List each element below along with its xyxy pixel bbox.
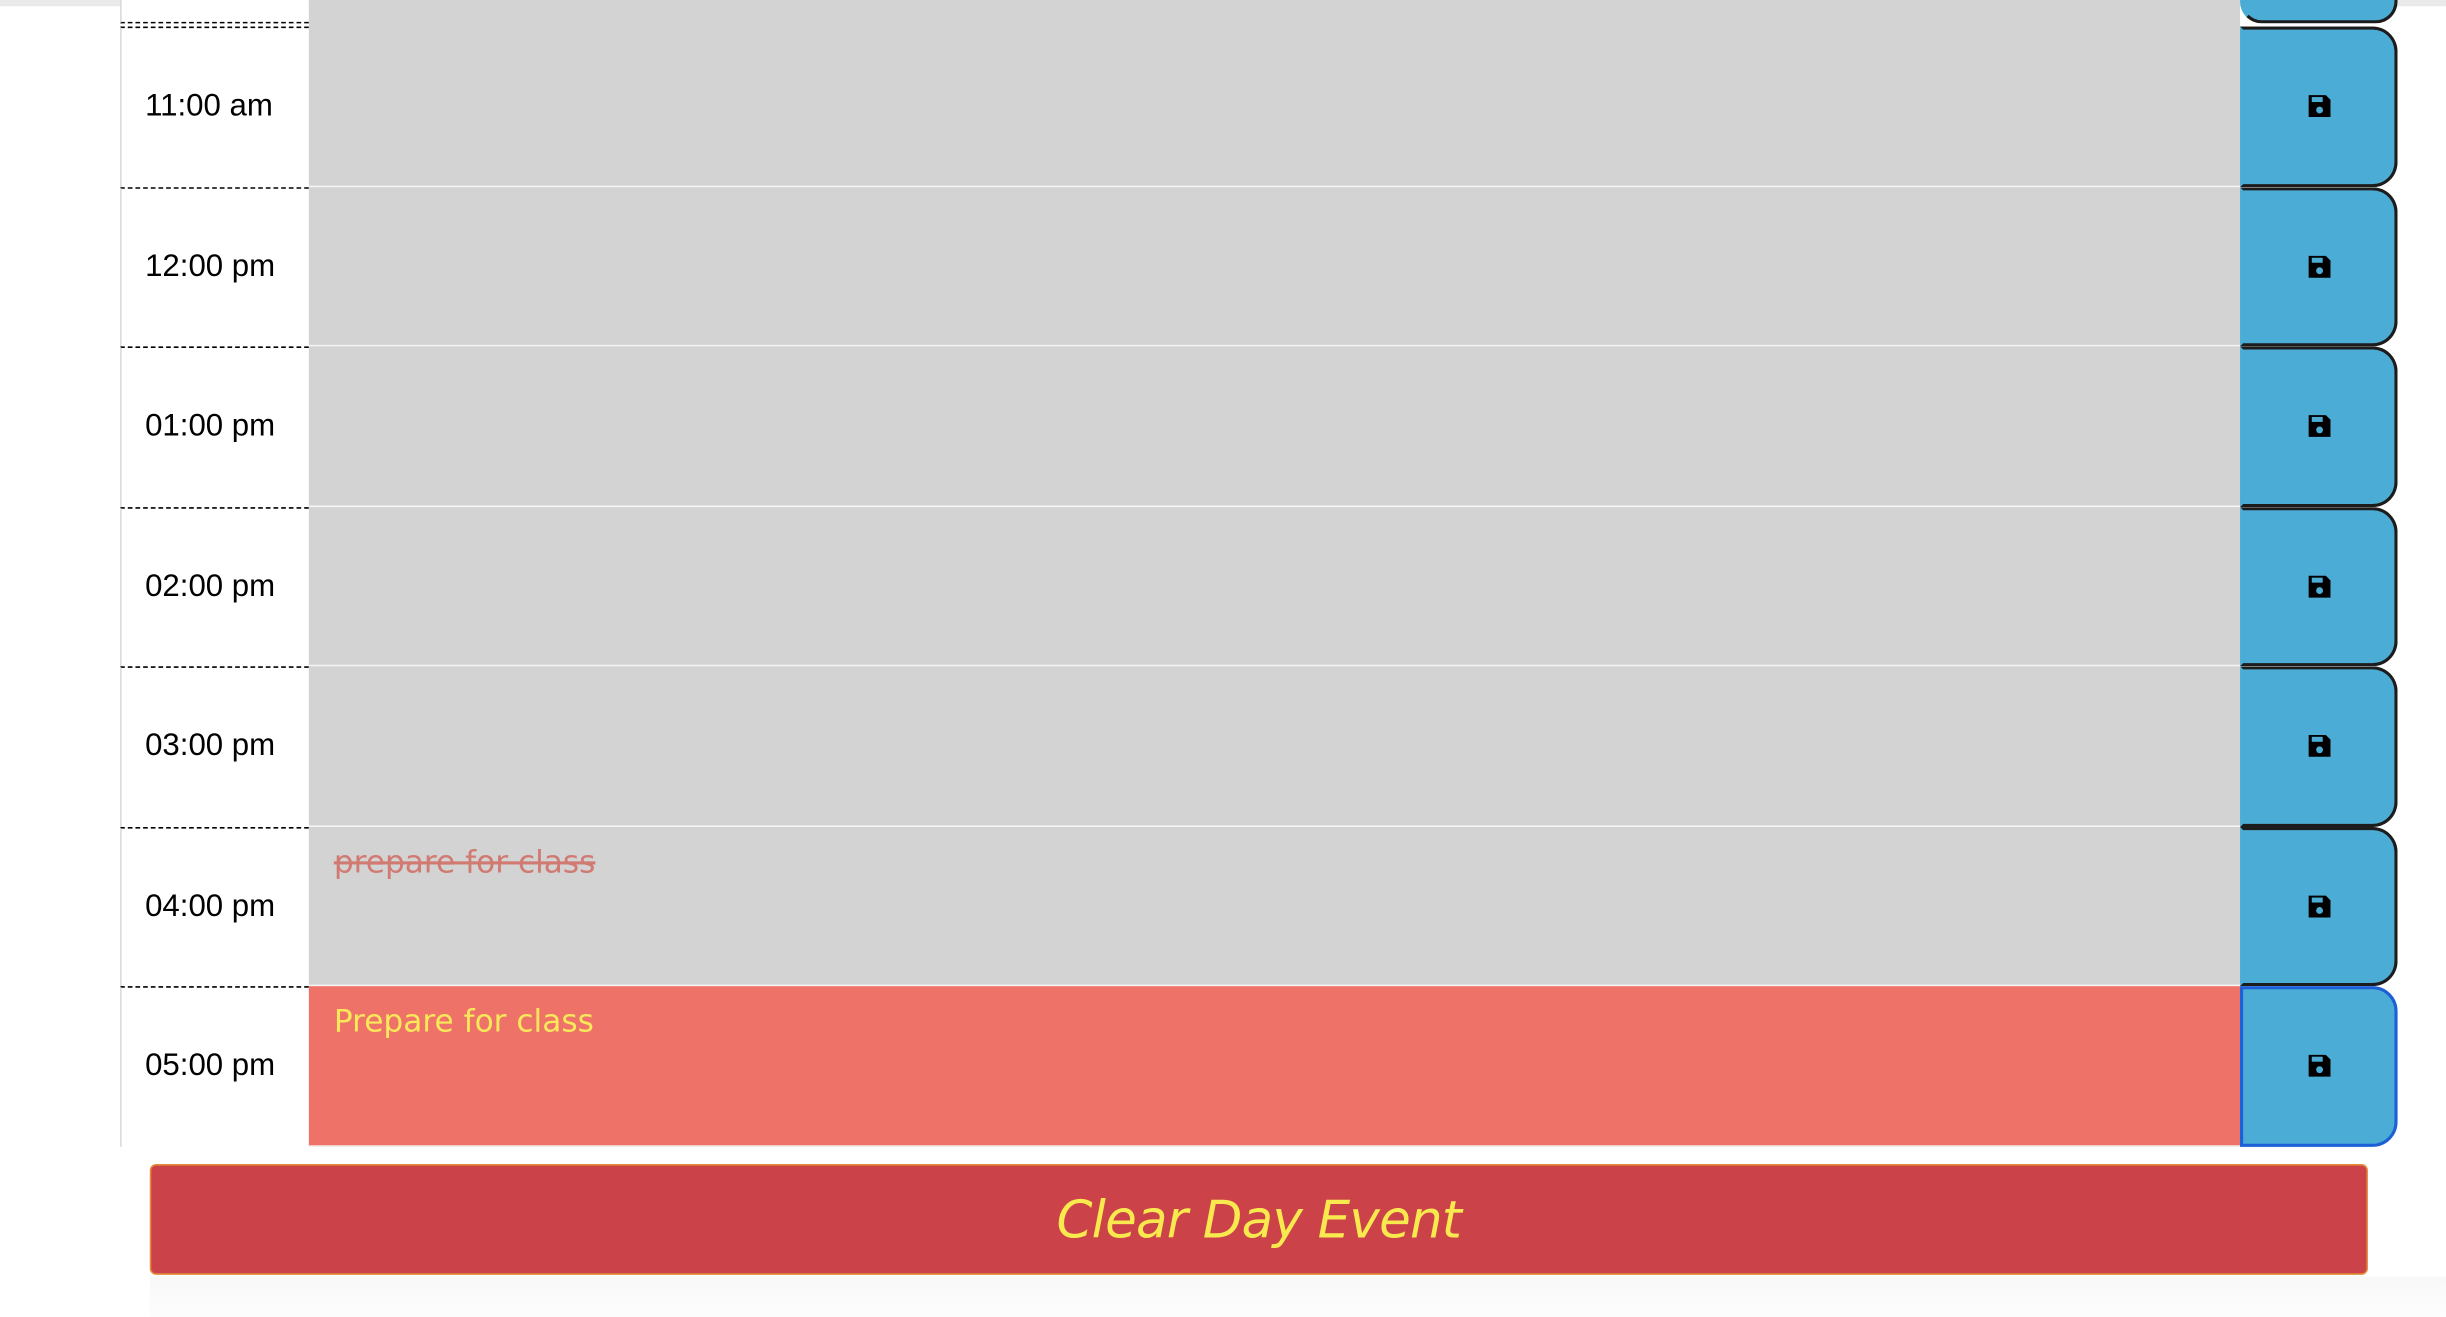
floppy-disk-icon: [2307, 95, 2330, 118]
hour-label: 02:00 pm: [120, 506, 309, 667]
time-block: 04:00 pm prepare for class: [120, 826, 2398, 987]
save-button[interactable]: [2240, 186, 2398, 347]
event-textarea[interactable]: Prepare for class: [308, 986, 2241, 1147]
time-block: 05:00 pm Prepare for class: [120, 986, 2398, 1147]
floppy-disk-icon: [2307, 415, 2330, 438]
floppy-disk-icon: [2307, 255, 2330, 278]
hour-label-partial: [120, 0, 309, 24]
hour-label: 01:00 pm: [120, 346, 309, 507]
event-textarea[interactable]: [308, 186, 2241, 347]
save-button[interactable]: [2240, 346, 2398, 507]
floppy-disk-icon: [2307, 575, 2330, 598]
time-block: 01:00 pm: [120, 346, 2398, 507]
planner-page: 11:00 am 12:00 pm 01:00 pm 02:00 pm 03:0…: [0, 0, 2446, 1317]
hour-label: 11:00 am: [120, 26, 309, 187]
time-block: 03:00 pm: [120, 666, 2398, 827]
hour-label: 12:00 pm: [120, 186, 309, 347]
event-textarea[interactable]: [308, 346, 2241, 507]
save-button[interactable]: [2240, 986, 2398, 1147]
time-blocks: 11:00 am 12:00 pm 01:00 pm 02:00 pm 03:0…: [120, 26, 2398, 1147]
event-text: Prepare for class: [333, 1001, 594, 1040]
event-textarea[interactable]: [308, 666, 2241, 827]
time-block: 11:00 am: [120, 26, 2398, 187]
save-button-partial[interactable]: [2240, 0, 2398, 24]
event-textarea[interactable]: [308, 506, 2241, 667]
save-button[interactable]: [2240, 826, 2398, 987]
hour-label: 04:00 pm: [120, 826, 309, 987]
hour-label: 05:00 pm: [120, 986, 309, 1147]
bottom-shadow: [149, 1276, 2446, 1317]
event-text: prepare for class: [333, 841, 596, 880]
floppy-disk-icon: [2307, 895, 2330, 918]
time-block: 12:00 pm: [120, 186, 2398, 347]
save-button[interactable]: [2240, 26, 2398, 187]
event-textarea[interactable]: [308, 26, 2241, 187]
floppy-disk-icon: [2307, 735, 2330, 758]
time-block: 02:00 pm: [120, 506, 2398, 667]
save-button[interactable]: [2240, 666, 2398, 827]
hour-label: 03:00 pm: [120, 666, 309, 827]
floppy-disk-icon: [2307, 1055, 2330, 1078]
event-textarea[interactable]: prepare for class: [308, 826, 2241, 987]
clear-day-event-button[interactable]: Clear Day Event: [149, 1164, 2368, 1275]
save-button[interactable]: [2240, 506, 2398, 667]
